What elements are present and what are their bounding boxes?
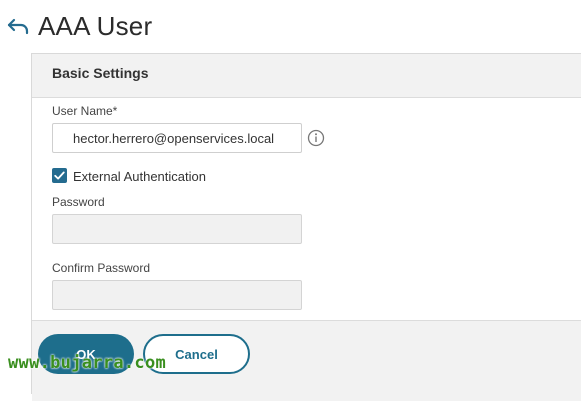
back-arrow-icon[interactable]	[6, 14, 30, 38]
page-title: AAA User	[38, 11, 153, 41]
user-name-label: User Name*	[52, 104, 118, 118]
confirm-password-input[interactable]	[52, 280, 302, 310]
password-input[interactable]	[52, 214, 302, 244]
external-authentication-label: External Authentication	[73, 169, 206, 184]
password-label: Password	[52, 195, 105, 209]
confirm-password-label: Confirm Password	[52, 261, 151, 275]
info-icon[interactable]	[307, 129, 325, 147]
user-name-input[interactable]	[52, 123, 302, 153]
panel-title: Basic Settings	[52, 65, 149, 81]
panel-header: Basic Settings	[32, 54, 581, 98]
external-authentication-checkbox[interactable]	[52, 168, 67, 183]
page-header: AAA User	[0, 0, 581, 54]
watermark-text: www.bujarra.com	[8, 353, 167, 373]
